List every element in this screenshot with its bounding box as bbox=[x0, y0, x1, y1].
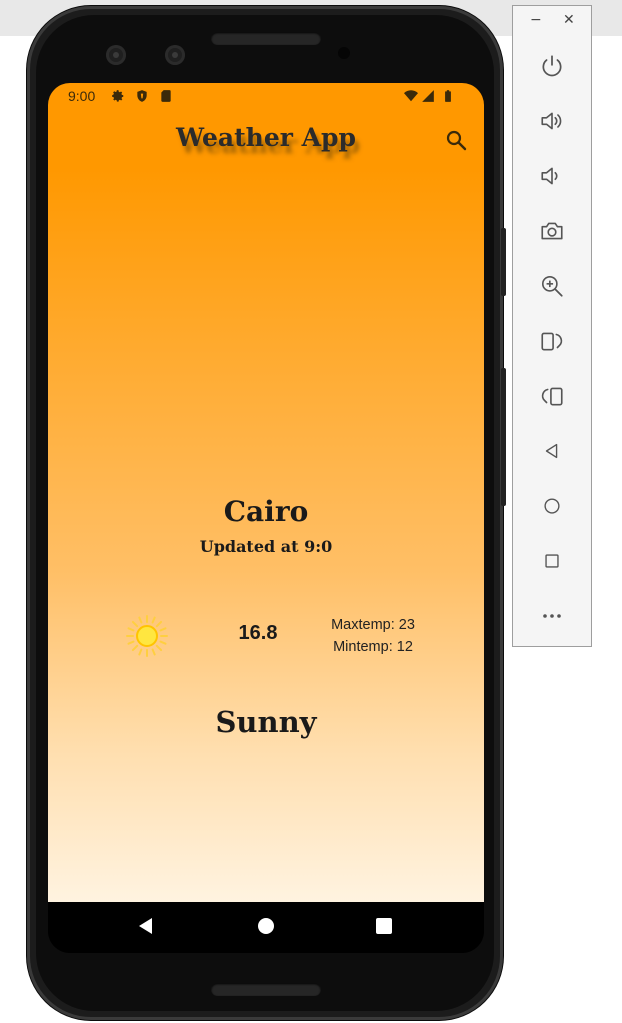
weather-body: Cairo Updated at 9:0 16.8 Maxtemp: 23 Mi… bbox=[48, 167, 484, 902]
overview-icon bbox=[545, 554, 559, 568]
minimize-button[interactable]: − bbox=[530, 12, 542, 28]
side-button-power bbox=[501, 228, 506, 296]
emulator-back-button[interactable] bbox=[537, 436, 567, 466]
gear-icon bbox=[112, 90, 124, 102]
front-camera-left bbox=[106, 45, 126, 65]
volume-up-button[interactable] bbox=[537, 106, 567, 136]
power-icon bbox=[542, 55, 562, 77]
phone-screen: 9:00 Weather App Cairo Updated at 9:0 16… bbox=[48, 83, 484, 953]
screenshot-button[interactable] bbox=[537, 216, 567, 246]
updated-time: Updated at 9:0 bbox=[199, 537, 333, 556]
emulator-more-button[interactable] bbox=[537, 601, 567, 631]
front-camera-right bbox=[165, 45, 185, 65]
earpiece-speaker bbox=[211, 32, 321, 45]
side-button-volume bbox=[501, 368, 506, 506]
status-time: 9:00 bbox=[68, 88, 96, 104]
emulator-home-button[interactable] bbox=[537, 491, 567, 521]
close-button[interactable]: ✕ bbox=[563, 12, 575, 28]
home-icon bbox=[544, 498, 560, 514]
home-icon[interactable] bbox=[254, 914, 278, 938]
recents-icon[interactable] bbox=[372, 914, 396, 938]
battery-icon bbox=[445, 90, 451, 102]
bottom-speaker bbox=[211, 983, 321, 996]
rotate-right-icon bbox=[541, 387, 563, 406]
more-icon bbox=[543, 614, 561, 618]
zoom-button[interactable] bbox=[537, 271, 567, 301]
rotate-right-button[interactable] bbox=[537, 381, 567, 411]
sun-icon bbox=[126, 615, 168, 657]
emulator-overview-button[interactable] bbox=[537, 546, 567, 576]
volume-up-icon bbox=[541, 112, 562, 130]
app-title: Weather App bbox=[175, 123, 356, 152]
signal-icon bbox=[422, 90, 434, 102]
shield-icon bbox=[137, 90, 147, 102]
volume-down-button[interactable] bbox=[537, 161, 567, 191]
android-nav-bar bbox=[48, 902, 484, 953]
max-temperature: Maxtemp: 23 bbox=[331, 617, 415, 633]
weather-condition: Sunny bbox=[215, 705, 317, 739]
wifi-icon bbox=[404, 90, 418, 102]
back-icon bbox=[545, 443, 558, 459]
back-icon[interactable] bbox=[134, 914, 158, 938]
volume-down-icon bbox=[541, 167, 558, 185]
current-temperature: 16.8 bbox=[238, 622, 278, 644]
proximity-sensor bbox=[338, 47, 350, 59]
rotate-left-button[interactable] bbox=[537, 326, 567, 356]
zoom-icon bbox=[541, 275, 563, 297]
camera-icon bbox=[541, 222, 563, 240]
min-temperature: Mintemp: 12 bbox=[333, 639, 413, 655]
temperature-range: Maxtemp: 23 Mintemp: 12 bbox=[318, 614, 428, 658]
search-icon[interactable] bbox=[444, 128, 468, 152]
status-bar: 9:00 bbox=[48, 83, 484, 109]
emulator-toolbar: − ✕ bbox=[512, 5, 592, 647]
power-button[interactable] bbox=[537, 51, 567, 81]
rotate-left-icon bbox=[541, 332, 563, 351]
sd-card-icon bbox=[161, 90, 171, 102]
city-name: Cairo bbox=[223, 495, 309, 528]
